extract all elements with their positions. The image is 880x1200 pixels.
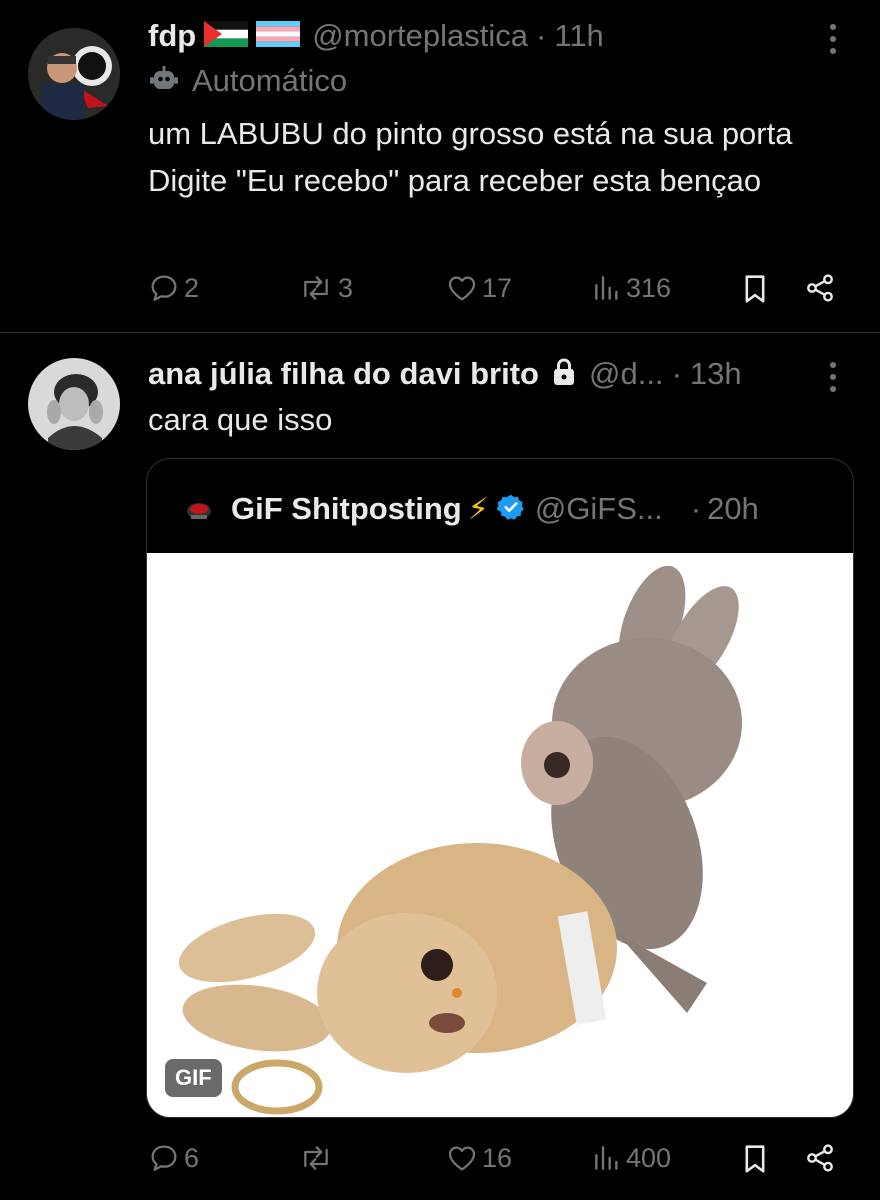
tweet-text: cara que isso — [148, 402, 333, 437]
reply-icon — [151, 275, 177, 301]
like-count: 17 — [482, 272, 513, 303]
bookmark-icon — [745, 1145, 765, 1173]
tweet-actions: 2 3 17 316 — [148, 272, 848, 312]
display-name[interactable]: fdp — [148, 18, 196, 54]
share-icon — [807, 274, 833, 302]
heart-icon — [448, 1146, 476, 1171]
automated-label-text: Automático — [192, 63, 348, 98]
retweet-button[interactable] — [298, 1142, 338, 1174]
quote-timestamp[interactable]: 20h — [707, 491, 759, 527]
tweet-header: ana júlia filha do davi brito @d... · 13… — [148, 352, 742, 396]
divider — [0, 332, 880, 333]
gif-badge: GIF — [165, 1059, 222, 1097]
retweet-icon — [304, 1146, 328, 1170]
like-button[interactable]: 17 — [446, 272, 512, 304]
tweet-header: fdp @morteplastica · 11h — [148, 14, 604, 58]
robot-icon — [148, 63, 180, 100]
bookmark-icon — [745, 275, 765, 303]
views-button[interactable]: 400 — [592, 1142, 671, 1174]
reply-icon — [151, 1145, 177, 1171]
bookmark-button[interactable] — [740, 272, 770, 306]
timestamp[interactable]: 11h — [554, 18, 603, 54]
views-button[interactable]: 316 — [592, 272, 671, 304]
plush-toy-image — [178, 565, 742, 1115]
retweet-icon — [304, 276, 328, 300]
avatar[interactable] — [28, 28, 120, 120]
like-button[interactable]: 16 — [446, 1142, 512, 1174]
display-name[interactable]: ana júlia filha do davi brito — [148, 356, 539, 392]
palestine-flag-icon — [204, 20, 249, 52]
quote-handle[interactable]: @GiFS... — [535, 491, 663, 527]
share-button[interactable] — [804, 272, 836, 304]
separator: · — [671, 356, 682, 391]
retweet-count: 3 — [338, 272, 354, 303]
lightning-emoji: ⚡ — [467, 492, 489, 526]
reply-button[interactable]: 6 — [148, 1142, 199, 1174]
separator: · — [690, 491, 702, 526]
bookmark-button[interactable] — [740, 1142, 770, 1176]
handle[interactable]: @morteplastica — [312, 18, 528, 54]
quote-header: GiF Shitposting ⚡ @GiFS... · 20h — [183, 485, 759, 533]
handle[interactable]: @d... — [589, 356, 664, 392]
quote-avatar[interactable] — [183, 493, 215, 525]
heart-icon — [448, 276, 476, 301]
views-icon — [595, 276, 618, 300]
gif-media[interactable]: GIF — [147, 553, 853, 1117]
tweet-text: um LABUBU do pinto grosso está na sua po… — [148, 116, 810, 198]
retweet-button[interactable]: 3 — [298, 272, 353, 304]
views-count: 400 — [626, 1142, 672, 1173]
quote-display-name[interactable]: GiF Shitposting — [231, 491, 462, 527]
more-options-icon[interactable] — [830, 362, 840, 398]
reply-count: 6 — [184, 1142, 200, 1173]
share-icon — [807, 1144, 833, 1172]
views-icon — [595, 1146, 618, 1170]
separator: · — [536, 18, 547, 53]
automated-label: Automático — [148, 62, 347, 100]
verified-badge-icon — [496, 493, 525, 526]
quote-tweet[interactable]: GiF Shitposting ⚡ @GiFS... · 20h GIF — [146, 458, 854, 1118]
tweet-actions: 6 16 400 — [148, 1142, 848, 1182]
lock-icon — [551, 357, 577, 392]
more-options-icon[interactable] — [830, 24, 840, 60]
like-count: 16 — [482, 1142, 513, 1173]
share-button[interactable] — [804, 1142, 836, 1174]
reply-count: 2 — [184, 272, 200, 303]
reply-button[interactable]: 2 — [148, 272, 199, 304]
views-count: 316 — [626, 272, 672, 303]
timestamp[interactable]: 13h — [690, 356, 742, 392]
avatar[interactable] — [28, 358, 120, 450]
trans-flag-icon — [256, 20, 301, 52]
